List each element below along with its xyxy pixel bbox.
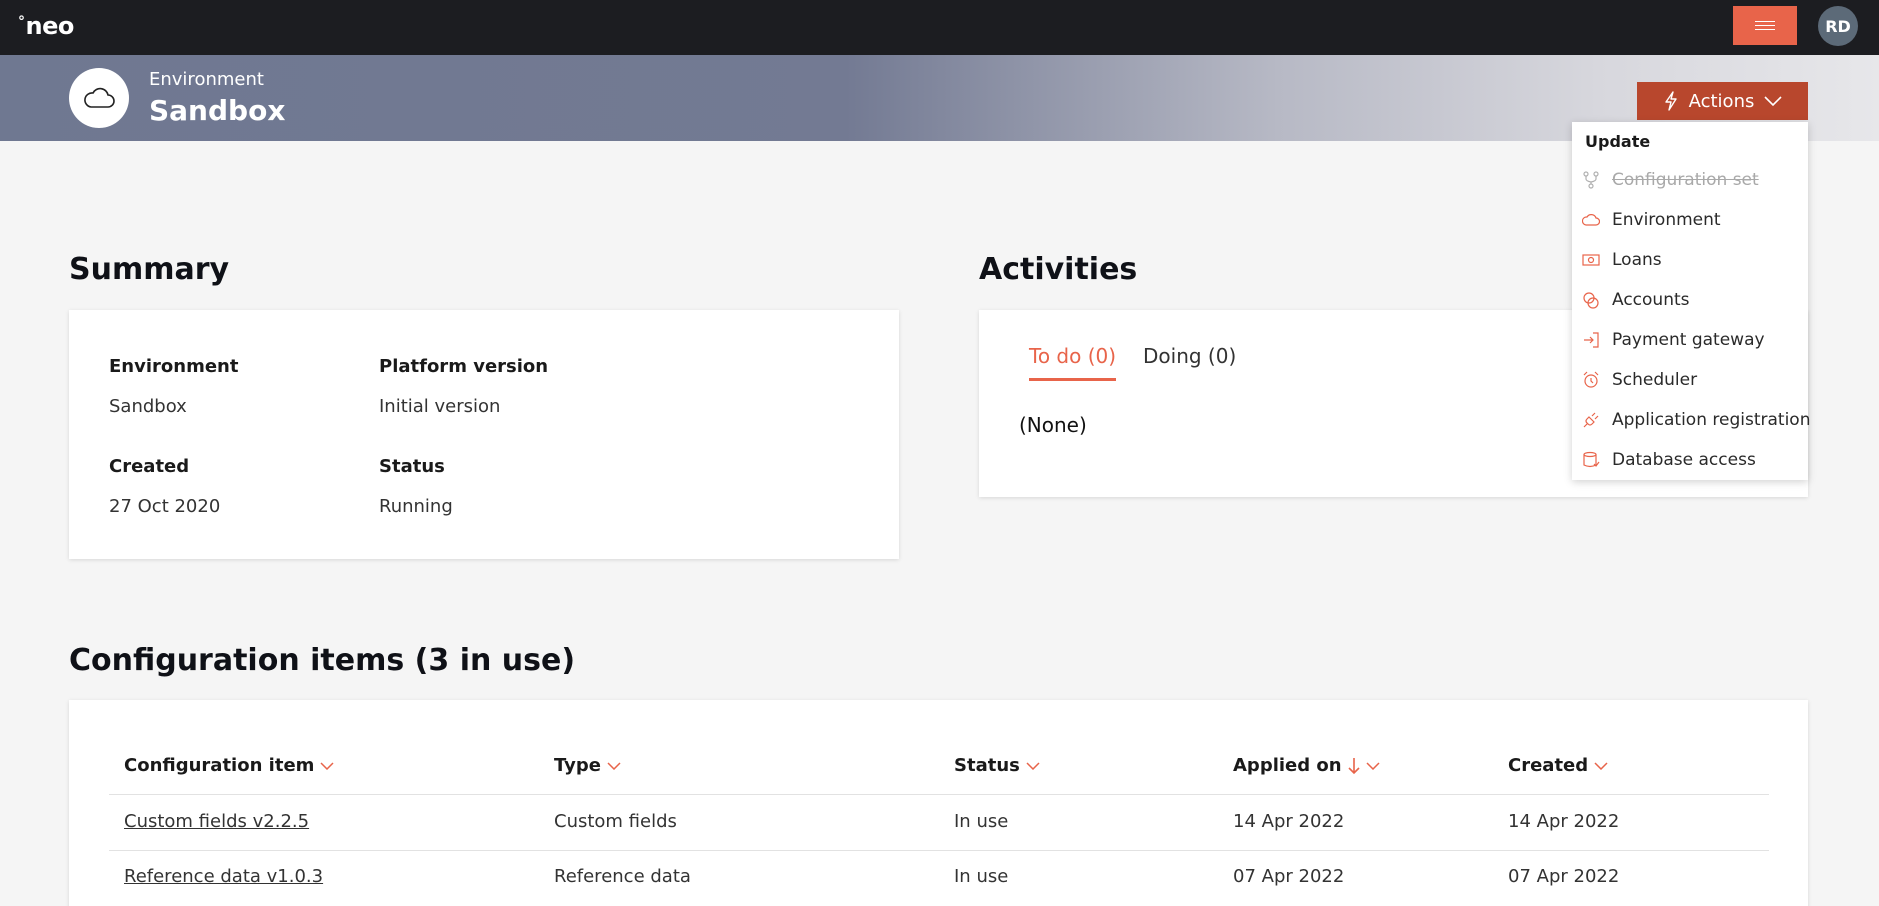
menu-item-label: Configuration set xyxy=(1612,170,1759,190)
environment-label: Environment xyxy=(109,356,239,377)
table-divider xyxy=(109,794,1769,795)
status-value: Running xyxy=(379,496,453,517)
menu-item-label: Accounts xyxy=(1612,290,1690,310)
cloud-icon xyxy=(84,87,115,108)
arrow-down-icon xyxy=(1348,757,1360,774)
configuration-item-link[interactable]: Reference data v1.0.3 xyxy=(124,866,323,887)
configuration-items-title: Configuration items (3 in use) xyxy=(69,643,576,678)
activities-empty-text: (None) xyxy=(1019,413,1087,437)
configuration-items-card: Configuration item Type Status Applied o… xyxy=(69,700,1808,906)
actions-button[interactable]: Actions xyxy=(1637,82,1808,120)
menu-item-configuration-set: Configuration set xyxy=(1572,162,1808,198)
environment-avatar xyxy=(69,68,129,128)
chevron-down-icon xyxy=(1594,761,1608,770)
column-header-status[interactable]: Status xyxy=(954,755,1040,776)
summary-card: Environment Sandbox Platform version Ini… xyxy=(69,310,899,559)
page-title: Sandbox xyxy=(149,94,286,127)
tab-doing[interactable]: Doing (0) xyxy=(1143,344,1236,378)
chevron-down-icon xyxy=(1366,761,1380,770)
logo-text: neo xyxy=(25,12,75,40)
created-value: 27 Oct 2020 xyxy=(109,496,221,517)
page-eyebrow: Environment xyxy=(149,69,264,90)
status-cell: In use xyxy=(954,866,1009,887)
platform-version-label: Platform version xyxy=(379,356,549,377)
type-cell: Reference data xyxy=(554,866,691,887)
menu-item-label: Loans xyxy=(1612,250,1662,270)
menu-item-application-registration[interactable]: Application registration xyxy=(1572,402,1811,438)
type-cell: Custom fields xyxy=(554,811,677,832)
top-navigation-bar: °neo RD xyxy=(0,0,1879,55)
menu-item-database-access[interactable]: Database access xyxy=(1572,442,1808,478)
actions-button-label: Actions xyxy=(1688,90,1755,112)
menu-item-payment-gateway[interactable]: Payment gateway xyxy=(1572,322,1808,358)
environment-value: Sandbox xyxy=(109,396,187,417)
created-cell: 14 Apr 2022 xyxy=(1508,811,1620,832)
created-label: Created xyxy=(109,456,190,477)
sign-in-icon xyxy=(1584,332,1599,348)
menu-item-label: Scheduler xyxy=(1612,370,1698,390)
menu-button[interactable] xyxy=(1733,6,1797,45)
column-header-label: Applied on xyxy=(1233,755,1342,776)
avatar[interactable]: RD xyxy=(1818,6,1858,46)
lightning-icon xyxy=(1664,91,1677,111)
column-header-label: Status xyxy=(954,755,1020,776)
branch-icon xyxy=(1583,171,1599,189)
column-header-label: Type xyxy=(554,755,601,776)
menu-item-environment[interactable]: Environment xyxy=(1572,202,1808,238)
column-header-type[interactable]: Type xyxy=(554,755,621,776)
alarm-clock-icon xyxy=(1583,371,1599,388)
cloud-icon xyxy=(1582,214,1600,226)
database-icon xyxy=(1583,451,1600,468)
menu-item-loans[interactable]: Loans xyxy=(1572,242,1808,278)
plug-icon xyxy=(1583,412,1599,428)
chevron-down-icon xyxy=(607,761,621,770)
menu-item-scheduler[interactable]: Scheduler xyxy=(1572,362,1808,398)
hamburger-icon xyxy=(1755,21,1775,30)
applied-on-cell: 07 Apr 2022 xyxy=(1233,866,1345,887)
menu-item-label: Application registration xyxy=(1612,410,1811,430)
column-header-configuration-item[interactable]: Configuration item xyxy=(124,755,334,776)
platform-version-value: Initial version xyxy=(379,396,501,417)
chevron-down-icon xyxy=(320,761,334,770)
column-header-label: Created xyxy=(1508,755,1589,776)
activities-title: Activities xyxy=(979,252,1138,287)
column-header-applied-on[interactable]: Applied on xyxy=(1233,755,1380,776)
configuration-item-link[interactable]: Custom fields v2.2.5 xyxy=(124,811,309,832)
column-header-created[interactable]: Created xyxy=(1508,755,1608,776)
tab-to-do[interactable]: To do (0) xyxy=(1029,344,1117,381)
column-header-label: Configuration item xyxy=(124,755,315,776)
neo-logo[interactable]: °neo xyxy=(18,12,74,40)
summary-title: Summary xyxy=(69,252,230,287)
money-icon xyxy=(1582,254,1600,266)
coins-icon xyxy=(1583,292,1599,309)
menu-item-label: Database access xyxy=(1612,450,1756,470)
chevron-down-icon xyxy=(1764,96,1782,106)
applied-on-cell: 14 Apr 2022 xyxy=(1233,811,1345,832)
status-label: Status xyxy=(379,456,445,477)
table-divider xyxy=(109,850,1769,851)
logo-mark: ° xyxy=(18,14,25,30)
dropdown-heading: Update xyxy=(1585,132,1651,151)
status-cell: In use xyxy=(954,811,1009,832)
created-cell: 07 Apr 2022 xyxy=(1508,866,1620,887)
chevron-down-icon xyxy=(1026,761,1040,770)
menu-item-label: Payment gateway xyxy=(1612,330,1765,350)
menu-item-label: Environment xyxy=(1612,210,1721,230)
actions-dropdown-menu: Update Configuration set Environment Loa… xyxy=(1572,122,1811,480)
menu-item-accounts[interactable]: Accounts xyxy=(1572,282,1808,318)
